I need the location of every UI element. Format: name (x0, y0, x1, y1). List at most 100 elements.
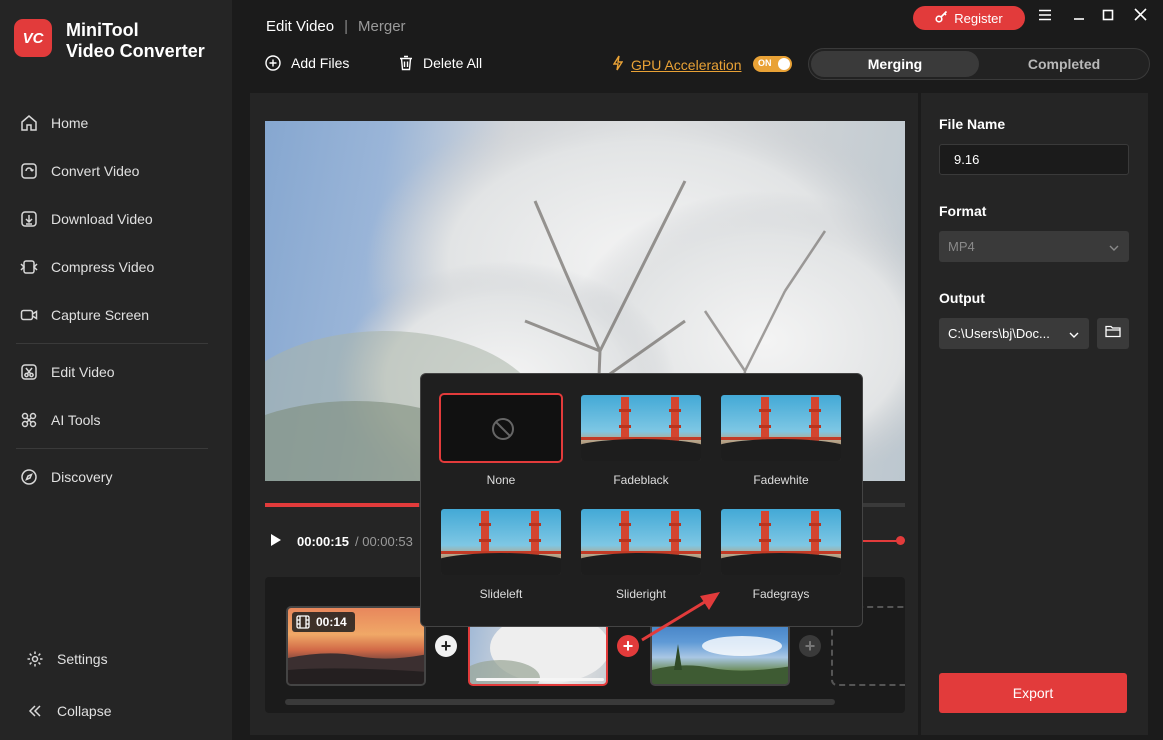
transition-picker: None Fadeblack Fadewhite Slideleft Slide… (420, 373, 863, 627)
gpu-acceleration-label: GPU Acceleration (631, 56, 742, 73)
sidebar-divider (16, 448, 208, 449)
sidebar-item-ai-tools[interactable]: AI Tools (14, 396, 208, 444)
timeline-scrollbar[interactable] (285, 699, 835, 705)
breadcrumb-edit-video[interactable]: Edit Video (266, 18, 334, 35)
sidebar-item-capture-screen[interactable]: Capture Screen (14, 291, 208, 339)
file-name-value: 9.16 (954, 152, 980, 167)
sidebar-item-label: Compress Video (51, 259, 155, 275)
transition-option-fadewhite[interactable]: Fadewhite (719, 393, 843, 487)
file-name-input[interactable]: 9.16 (939, 144, 1129, 175)
maximize-button[interactable] (1099, 8, 1117, 26)
sidebar-item-label: AI Tools (51, 412, 101, 428)
plus-icon: + (622, 636, 634, 656)
minimize-icon (1073, 8, 1085, 26)
transition-label: Fadewhite (753, 473, 809, 487)
add-files-button[interactable]: Add Files (265, 55, 349, 71)
maximize-icon (1102, 8, 1114, 26)
sidebar-item-discovery[interactable]: Discovery (14, 453, 208, 501)
transition-thumbnail (579, 507, 703, 577)
tab-merging[interactable]: Merging (811, 51, 979, 77)
bridge-image (721, 509, 841, 575)
close-icon (1133, 8, 1147, 26)
app-logo: VC (14, 19, 52, 57)
status-tabs: Merging Completed (808, 48, 1150, 80)
no-entry-icon (491, 417, 515, 446)
camera-icon (20, 306, 38, 324)
format-select[interactable]: MP4 (939, 231, 1129, 262)
transition-label: Slideright (615, 587, 667, 601)
key-icon (935, 10, 948, 26)
sidebar-item-label: Capture Screen (51, 307, 150, 323)
transition-thumbnail (719, 393, 843, 463)
transition-option-slideleft[interactable]: Slideleft (439, 507, 563, 601)
bridge-image (581, 395, 701, 461)
timeline-clip[interactable]: 00:14 (286, 606, 426, 686)
chevron-down-icon (1109, 239, 1119, 254)
volume-slider-handle[interactable] (896, 536, 905, 545)
breadcrumb: Edit Video | Merger (266, 18, 406, 35)
app-name-line1: MiniTool (66, 20, 139, 40)
double-chevron-left-icon (26, 702, 44, 720)
sidebar-item-edit-video[interactable]: Edit Video (14, 348, 208, 396)
logo-text: VC (22, 29, 44, 47)
hamburger-icon (1038, 8, 1052, 26)
add-transition-button-active[interactable]: + (617, 635, 639, 657)
sidebar: VC MiniTool Video Converter Home Convert… (0, 0, 232, 740)
bridge-image (721, 395, 841, 461)
output-path-select[interactable]: C:\Users\bj\Doc... (939, 318, 1089, 349)
header: Edit Video | Merger Register Add Files D… (232, 0, 1163, 88)
transition-thumbnail (439, 393, 563, 463)
delete-all-button[interactable]: Delete All (399, 55, 482, 71)
breadcrumb-merger: Merger (358, 18, 406, 35)
chevron-down-icon (1069, 326, 1079, 341)
film-icon (296, 615, 310, 629)
sidebar-nav: Home Convert Video Download Video Compre… (14, 99, 208, 501)
play-button[interactable] (270, 533, 284, 552)
clip-duration: 00:14 (316, 615, 347, 629)
export-label: Export (1012, 685, 1054, 701)
app-name-line2: Video Converter (66, 41, 205, 61)
add-files-label: Add Files (291, 55, 350, 71)
minimize-button[interactable] (1070, 8, 1088, 26)
sidebar-item-label: Home (51, 115, 89, 131)
gear-icon (26, 650, 44, 668)
tab-completed[interactable]: Completed (979, 51, 1149, 77)
trash-icon (399, 55, 413, 71)
sidebar-item-label: Convert Video (51, 163, 140, 179)
collapse-button[interactable]: Collapse (26, 702, 111, 720)
gpu-toggle[interactable]: ON (753, 56, 792, 72)
menu-button[interactable] (1036, 8, 1054, 26)
settings-button[interactable]: Settings (26, 650, 108, 668)
sidebar-item-compress-video[interactable]: Compress Video (14, 243, 208, 291)
add-transition-button[interactable]: + (435, 635, 457, 657)
sidebar-item-convert-video[interactable]: Convert Video (14, 147, 208, 195)
transition-label: Fadegrays (752, 587, 810, 601)
toggle-knob (778, 58, 790, 70)
playback-progress-fill (265, 503, 419, 507)
gpu-toggle-label: ON (758, 58, 772, 68)
output-label: Output (939, 290, 985, 306)
close-button[interactable] (1131, 8, 1149, 26)
export-button[interactable]: Export (939, 673, 1127, 713)
transition-option-fadegrays[interactable]: Fadegrays (719, 507, 843, 601)
lightning-icon (612, 55, 624, 74)
transition-option-none[interactable]: None (439, 393, 563, 487)
sidebar-item-home[interactable]: Home (14, 99, 208, 147)
format-label: Format (939, 203, 987, 219)
output-settings-panel: File Name 9.16 Format MP4 Output C:\User… (921, 93, 1148, 735)
add-transition-button[interactable]: + (799, 635, 821, 657)
play-icon (270, 533, 282, 552)
transition-thumbnail (579, 393, 703, 463)
transition-option-fadeblack[interactable]: Fadeblack (579, 393, 703, 487)
scissors-icon (20, 363, 38, 381)
clip-duration-badge: 00:14 (292, 612, 355, 632)
transition-label: Fadeblack (613, 473, 669, 487)
sidebar-item-download-video[interactable]: Download Video (14, 195, 208, 243)
gpu-acceleration-link[interactable]: GPU Acceleration (612, 55, 742, 74)
register-button[interactable]: Register (913, 6, 1025, 30)
browse-folder-button[interactable] (1097, 318, 1129, 349)
sidebar-item-label: Edit Video (51, 364, 115, 380)
bridge-image (581, 509, 701, 575)
delete-all-label: Delete All (423, 55, 483, 71)
transition-option-slideright[interactable]: Slideright (579, 507, 703, 601)
